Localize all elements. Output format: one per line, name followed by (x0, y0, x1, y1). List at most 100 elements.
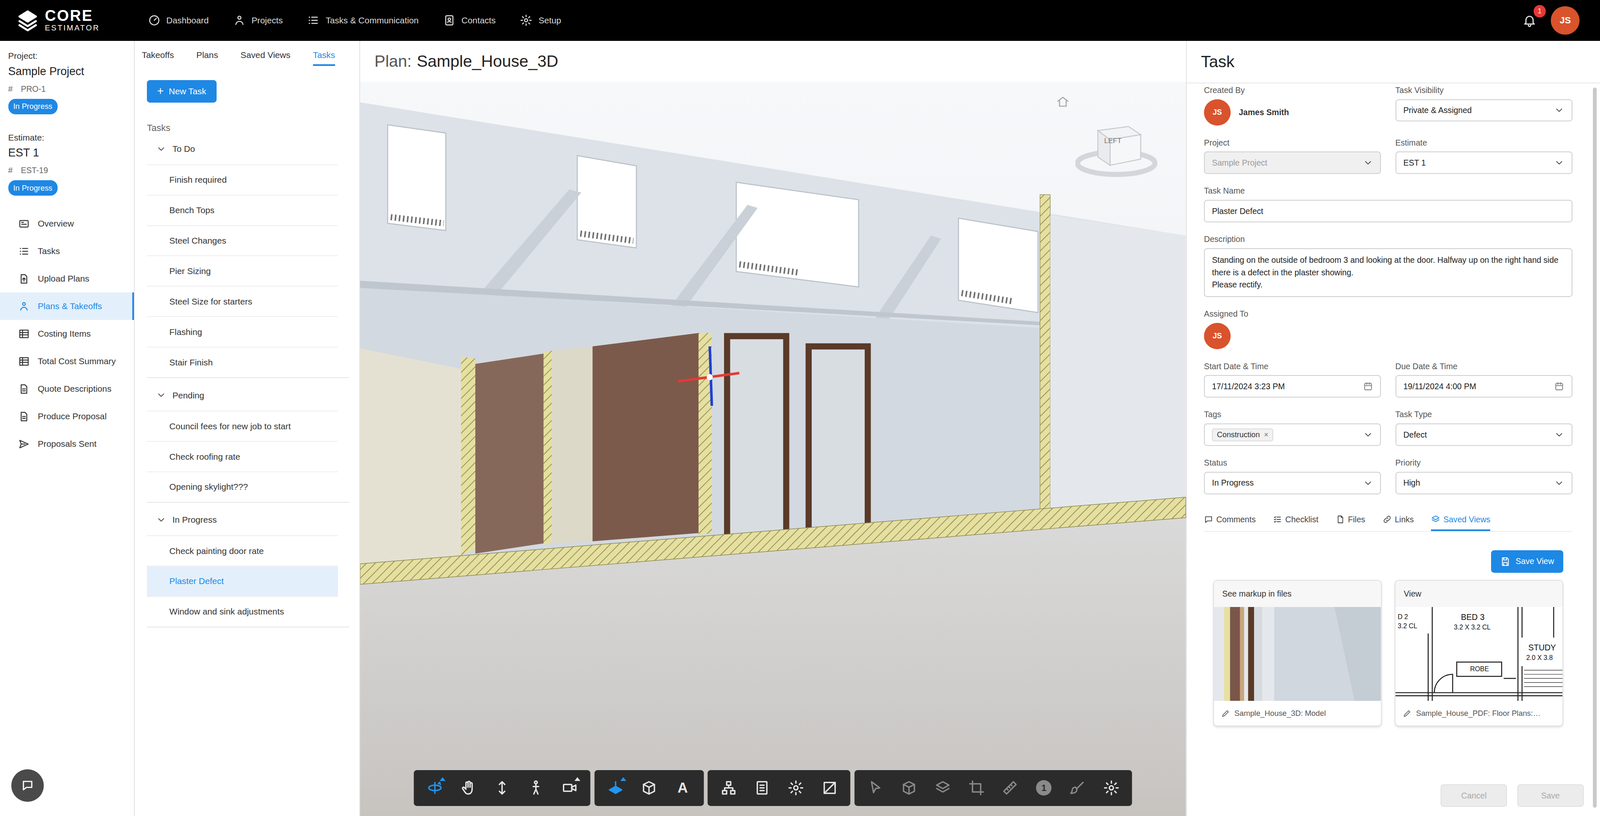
zoom-icon (494, 779, 511, 797)
text-tool[interactable]: A (666, 770, 700, 807)
cube-tool[interactable] (892, 770, 927, 807)
paint-icon (1069, 779, 1086, 797)
sidebar-item[interactable]: Costing Items (0, 320, 134, 348)
sidebar-item[interactable]: Plans & Takeoffs (0, 292, 134, 321)
crop-tool[interactable] (959, 770, 994, 807)
nav-item[interactable]: Setup (519, 14, 561, 27)
logo[interactable]: COREESTIMATOR (15, 8, 137, 33)
panel-tab[interactable]: Saved Views (240, 50, 291, 66)
save-button[interactable]: Save (1517, 784, 1584, 808)
panel-tab[interactable]: Plans (196, 50, 219, 66)
task-item[interactable]: Steel Changes (146, 225, 339, 256)
select[interactable]: EST 1 (1395, 151, 1573, 175)
task-item[interactable]: Window and sink adjustments (146, 596, 339, 627)
text-input[interactable]: Plaster Defect (1203, 199, 1573, 223)
title-prefix: Plan: (374, 52, 412, 71)
chat-button[interactable] (11, 769, 44, 803)
walk-tool[interactable] (519, 770, 553, 807)
task-item[interactable]: Stair Finish (146, 346, 339, 378)
sidebar-item[interactable]: Overview (0, 209, 134, 238)
panel-tabs: Takeoffs Plans Saved Views Tasks (141, 40, 350, 66)
section-tool[interactable] (598, 770, 633, 807)
task-item[interactable]: Council fees for new job to start (146, 410, 339, 442)
sidebar-item[interactable]: Tasks (0, 237, 134, 265)
orbit-icon (426, 779, 443, 797)
sidebar-item[interactable]: Produce Proposal (0, 402, 134, 431)
home-view-button[interactable] (1056, 93, 1070, 113)
nav-item[interactable]: Dashboard (148, 14, 210, 27)
camera-tool[interactable] (552, 770, 587, 807)
info-block: Estimate:EST 1#EST-19In Progress (0, 132, 134, 196)
tool-group (413, 770, 591, 807)
select[interactable]: In Progress (1203, 471, 1381, 495)
sidebar-item[interactable]: Upload Plans (0, 264, 134, 293)
task-item[interactable]: Pier Sizing (146, 255, 339, 286)
detail-tab[interactable]: Checklist (1272, 514, 1319, 532)
save-view-button[interactable]: Save View (1491, 550, 1564, 573)
chev-icon (1554, 478, 1565, 489)
task-item[interactable]: Plaster Defect (146, 565, 339, 597)
detail-tab[interactable]: Files (1335, 514, 1366, 532)
zoom-tool[interactable] (485, 770, 520, 807)
group-header[interactable]: Pending (146, 380, 350, 411)
panel-tab[interactable]: Takeoffs (141, 50, 175, 66)
date-input[interactable]: 19/11/2024 4:00 PM (1395, 375, 1573, 398)
select[interactable]: Private & Assigned (1395, 99, 1573, 122)
panel-tab[interactable]: Tasks (312, 50, 336, 66)
sidebar-item[interactable]: Proposals Sent (0, 430, 134, 458)
sidebar-item[interactable]: Quote Descriptions (0, 375, 134, 403)
task-item[interactable]: Opening skylight??? (146, 471, 339, 503)
nav-label: Contacts (461, 15, 496, 26)
description-textarea[interactable]: Standing on the outside of bedroom 3 and… (1203, 248, 1573, 297)
expand-tool[interactable] (812, 770, 847, 807)
select[interactable]: High (1395, 471, 1573, 495)
task-item[interactable]: Steel Size for starters (146, 285, 339, 317)
count-tool[interactable]: 1 (1027, 770, 1061, 807)
box-tool[interactable] (632, 770, 667, 807)
orbit-tool[interactable] (418, 770, 452, 807)
nav-item[interactable]: Contacts (443, 14, 496, 27)
sidebar-item[interactable]: Total Cost Summary (0, 347, 134, 376)
task-item[interactable]: Finish required (146, 164, 339, 195)
props-tool[interactable] (745, 770, 780, 807)
detail-tab[interactable]: Links (1382, 514, 1414, 532)
view-cube-shape[interactable] (1075, 112, 1158, 178)
model-scene[interactable] (360, 81, 1186, 816)
group-header[interactable]: To Do (146, 133, 350, 165)
tree-tool[interactable] (711, 770, 746, 807)
remove-tag-button[interactable]: × (1264, 430, 1269, 440)
view-cube[interactable]: LEFT (1075, 112, 1158, 178)
user-avatar[interactable]: JS (1550, 6, 1580, 35)
layers-tool[interactable] (926, 770, 960, 807)
task-item[interactable]: Bench Tops (146, 194, 339, 226)
pan-tool[interactable] (451, 770, 486, 807)
task-item[interactable]: Check roofing rate (146, 441, 339, 472)
calendar-icon (1554, 381, 1565, 392)
saved-view-card[interactable]: See markup in filesSample_House_3D: Mode… (1213, 580, 1382, 727)
new-task-button[interactable]: +New Task (146, 80, 217, 103)
select[interactable]: Sample Project (1203, 151, 1381, 175)
settings-tool[interactable] (1094, 770, 1129, 807)
group-header[interactable]: In Progress (146, 504, 350, 536)
select[interactable]: Defect (1395, 423, 1573, 447)
nav-item[interactable]: Projects (233, 14, 283, 27)
nav-item[interactable]: Tasks & Communication (307, 14, 419, 27)
notifications-button[interactable]: 1 (1522, 13, 1537, 28)
ruler-tool[interactable] (993, 770, 1028, 807)
task-item[interactable]: Check painting door rate (146, 535, 339, 566)
chev-icon (156, 143, 167, 154)
task-item[interactable]: Flashing (146, 316, 339, 347)
saved-view-card[interactable]: ViewD 23.2 CLBED 33.2 X 3.2 CLSTUDY2.0 X… (1394, 580, 1563, 727)
detail-tab[interactable]: Saved Views (1430, 514, 1491, 532)
detail-tab[interactable]: Comments (1203, 514, 1256, 532)
select-tool[interactable] (858, 770, 893, 807)
model-canvas[interactable]: LEFT A 1 (360, 81, 1186, 816)
settings-tool[interactable] (779, 770, 813, 807)
scrollbar-thumb[interactable] (1592, 87, 1598, 808)
orbit-icon (426, 779, 443, 797)
paint-tool[interactable] (1060, 770, 1095, 807)
date-input[interactable]: 17/11/2024 3:23 PM (1203, 375, 1381, 398)
tags-select[interactable]: Construction× (1203, 423, 1381, 447)
assignee-avatar[interactable]: JS (1203, 323, 1231, 350)
cancel-button[interactable]: Cancel (1440, 784, 1507, 808)
